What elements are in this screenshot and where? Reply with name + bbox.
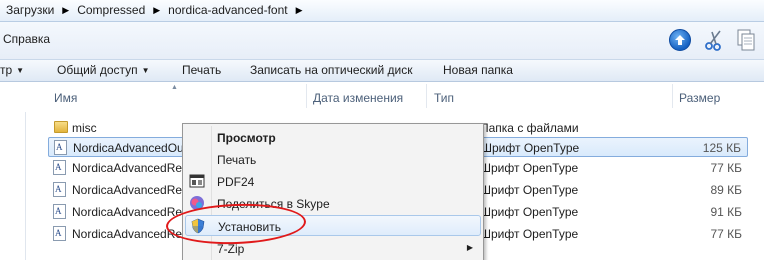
context-item-preview[interactable]: Просмотр (185, 127, 481, 148)
menu-help[interactable]: Справка (3, 32, 50, 46)
folder-icon (54, 121, 68, 133)
font-file-icon: A (54, 140, 67, 155)
context-item-print[interactable]: Печать (185, 149, 481, 170)
burn-disc-button[interactable]: Записать на оптический диск (250, 63, 413, 77)
file-type: Шрифт OpenType (480, 183, 579, 197)
file-name: NordicaAdvancedRe (72, 227, 183, 241)
font-file-icon: A (53, 226, 66, 241)
font-file-icon: A (53, 182, 66, 197)
file-name: NordicaAdvancedRe (72, 161, 183, 175)
submenu-arrow-icon: ▶ (466, 243, 473, 252)
file-name: NordicaAdvancedOu (73, 141, 184, 155)
column-divider[interactable] (426, 84, 427, 108)
file-size: 91 КБ (710, 205, 742, 219)
print-button[interactable]: Печать (182, 63, 221, 77)
file-name: NordicaAdvancedRe (72, 205, 183, 219)
menu-item-label: Просмотр (217, 131, 276, 145)
sort-up-icon: ▲ (171, 84, 178, 91)
file-name: NordicaAdvancedRe (72, 183, 183, 197)
file-type: Папка с файлами (480, 121, 579, 135)
column-size[interactable]: Размер (679, 91, 720, 105)
breadcrumb-separator-icon[interactable]: ▶ (57, 5, 74, 16)
pdf24-icon (189, 174, 205, 188)
menu-item-label: Печать (217, 153, 257, 167)
file-type: Шрифт OpenType (480, 205, 579, 219)
breadcrumb: Загрузки ▶ Compressed ▶ nordica-advanced… (3, 3, 308, 17)
breadcrumb-item-compressed[interactable]: Compressed (74, 3, 148, 17)
address-bar[interactable]: Загрузки ▶ Compressed ▶ nordica-advanced… (0, 0, 764, 22)
context-item-pdf24[interactable]: PDF24 (185, 171, 481, 192)
column-name[interactable]: Имя (54, 91, 77, 105)
organize-button[interactable]: тр ▼ (0, 63, 24, 77)
breadcrumb-item-downloads[interactable]: Загрузки (3, 3, 57, 17)
file-type: Шрифт OpenType (480, 227, 579, 241)
font-file-icon: A (53, 204, 66, 219)
column-divider[interactable] (306, 84, 307, 108)
menu-item-label: PDF24 (217, 175, 255, 189)
file-type: Шрифт OpenType (481, 141, 580, 155)
breadcrumb-item-folder[interactable]: nordica-advanced-font (165, 3, 290, 17)
file-name: misc (72, 121, 97, 135)
chevron-down-icon: ▼ (16, 66, 25, 75)
scissors-icon[interactable] (702, 28, 726, 52)
column-header: ▲ Имя Дата изменения Тип Размер (0, 84, 764, 112)
column-date[interactable]: Дата изменения (313, 91, 403, 105)
column-divider[interactable] (672, 84, 673, 108)
upload-icon[interactable] (668, 28, 692, 52)
file-size: 77 КБ (710, 227, 742, 241)
file-size: 89 КБ (710, 183, 742, 197)
font-file-icon: A (53, 160, 66, 175)
breadcrumb-separator-icon[interactable]: ▶ (291, 5, 308, 16)
file-type: Шрифт OpenType (480, 161, 579, 175)
chevron-down-icon: ▼ (141, 66, 150, 75)
file-size: 125 КБ (702, 141, 741, 155)
new-folder-button[interactable]: Новая папка (443, 63, 513, 77)
file-size: 77 КБ (710, 161, 742, 175)
column-type[interactable]: Тип (434, 91, 454, 105)
breadcrumb-separator-icon[interactable]: ▶ (148, 5, 165, 16)
command-bar: тр ▼ Общий доступ ▼ Печать Записать на опт… (0, 60, 764, 82)
share-button[interactable]: Общий доступ ▼ (57, 63, 150, 77)
menu-bar: Справка (0, 22, 764, 60)
copy-icon[interactable] (734, 28, 758, 52)
